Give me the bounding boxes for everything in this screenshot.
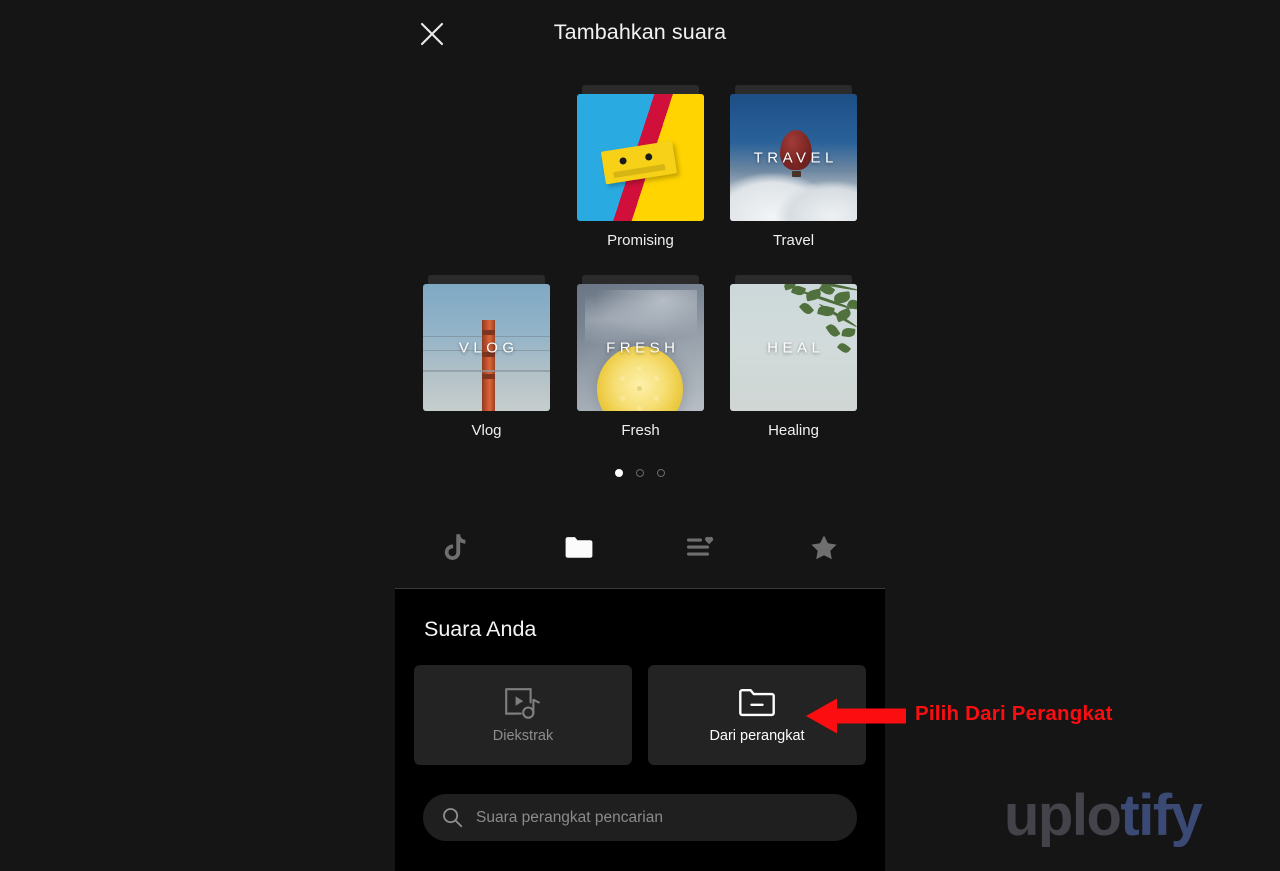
category-label: Fresh bbox=[621, 422, 660, 439]
card-overlay-text: TRAVEL bbox=[753, 149, 838, 166]
from-device-button[interactable]: Dari perangkat bbox=[648, 665, 866, 765]
screen-header: Tambahkan suara bbox=[395, 0, 885, 68]
carousel-pagination bbox=[395, 464, 885, 482]
uplotify-watermark: uplotify bbox=[1004, 787, 1203, 845]
watermark-part-b: tify bbox=[1120, 783, 1203, 848]
leaf bbox=[825, 322, 841, 339]
cloud-graphic bbox=[777, 181, 857, 221]
tab-tiktok-sounds[interactable] bbox=[395, 516, 518, 578]
card-overlay-text: VLOG bbox=[458, 339, 519, 356]
card-thumbnail: HEAL bbox=[730, 284, 857, 411]
tiktok-note-icon bbox=[443, 533, 469, 562]
category-label: Healing bbox=[768, 422, 819, 439]
tab-starred[interactable] bbox=[763, 516, 886, 578]
watermark-part-a: uplo bbox=[1004, 783, 1122, 848]
sound-category-grid: Promising TRAVEL Travel VLOG Vlog FRESH … bbox=[395, 76, 885, 448]
your-sounds-sheet: Suara Anda Diekstrak Dari perangkat Suar… bbox=[395, 588, 885, 871]
bridge-bar bbox=[482, 374, 495, 379]
card-thumbnail: VLOG bbox=[423, 284, 550, 411]
star-icon bbox=[810, 534, 838, 561]
bridge-deck bbox=[423, 370, 550, 372]
card-thumbnail: FRESH bbox=[577, 284, 704, 411]
tab-folder[interactable] bbox=[518, 516, 641, 578]
category-label: Promising bbox=[607, 232, 674, 249]
search-input[interactable] bbox=[476, 808, 841, 827]
app-screen: Tambahkan suara Promising TRAVEL Travel … bbox=[0, 0, 1280, 871]
card-overlay-text: FRESH bbox=[606, 339, 680, 356]
tab-playlist-favorites[interactable] bbox=[640, 516, 763, 578]
sound-source-tabbar bbox=[395, 516, 885, 578]
search-icon bbox=[442, 807, 463, 828]
card-overlay-text: HEAL bbox=[767, 339, 825, 356]
card-thumbnail: TRAVEL bbox=[730, 94, 857, 221]
device-sound-search[interactable] bbox=[423, 794, 857, 841]
card-thumbnail bbox=[577, 94, 704, 221]
annotation-label: Pilih Dari Perangkat bbox=[915, 702, 1113, 725]
category-label: Vlog bbox=[471, 422, 502, 439]
extract-sound-button[interactable]: Diekstrak bbox=[414, 665, 632, 765]
cassette-graphic bbox=[600, 140, 678, 185]
pagination-dot-2[interactable] bbox=[636, 469, 644, 477]
art-promising bbox=[577, 94, 704, 221]
water-swirl bbox=[585, 290, 697, 344]
pagination-dot-1[interactable] bbox=[615, 469, 623, 477]
folder-icon bbox=[564, 535, 594, 560]
bridge-bar bbox=[482, 330, 495, 335]
playlist-heart-icon bbox=[686, 534, 716, 560]
cassette-strip bbox=[613, 164, 666, 179]
leaf bbox=[798, 300, 815, 317]
page-title: Tambahkan suara bbox=[553, 20, 727, 44]
leaf bbox=[817, 304, 835, 318]
video-music-extract-icon bbox=[414, 687, 632, 723]
pagination-dot-3[interactable] bbox=[657, 469, 665, 477]
folder-minus-icon bbox=[648, 687, 866, 719]
leaf bbox=[805, 288, 822, 302]
leaf bbox=[841, 327, 856, 338]
extract-sound-label: Diekstrak bbox=[492, 728, 554, 744]
category-label: Travel bbox=[772, 232, 815, 249]
from-device-label: Dari perangkat bbox=[709, 728, 805, 744]
sheet-title: Suara Anda bbox=[424, 617, 537, 641]
